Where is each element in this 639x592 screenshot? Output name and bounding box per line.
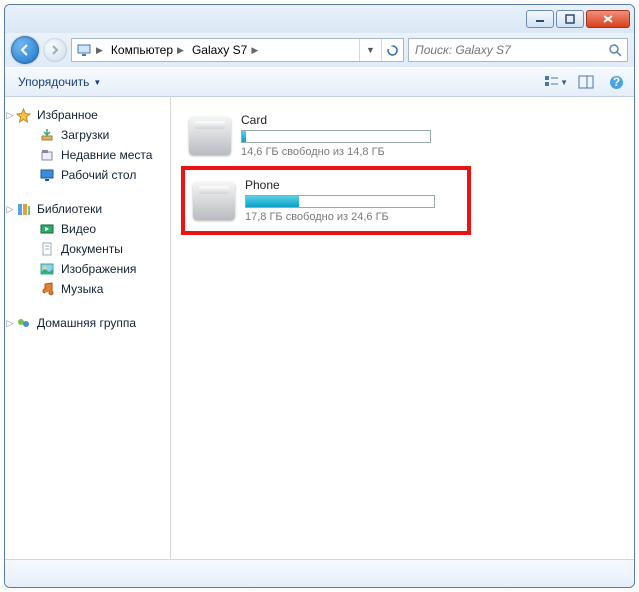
svg-text:?: ?	[612, 75, 619, 89]
libraries-header[interactable]: ▷ Библиотеки	[5, 199, 170, 219]
crumb-label: Galaxy S7	[192, 43, 247, 57]
libraries-icon	[15, 201, 31, 217]
search-box[interactable]	[408, 38, 628, 62]
minimize-icon	[535, 14, 545, 24]
sidebar-item-downloads[interactable]: Загрузки	[5, 125, 170, 145]
homegroup-group: ▷ Домашняя группа	[5, 313, 170, 333]
crumb-label: Компьютер	[111, 43, 173, 57]
preview-pane-button[interactable]	[574, 71, 598, 93]
homegroup-header[interactable]: ▷ Домашняя группа	[5, 313, 170, 333]
sidebar-item-recent[interactable]: Недавние места	[5, 145, 170, 165]
address-actions: ▼	[359, 39, 403, 61]
recent-icon	[39, 147, 55, 163]
pane-icon	[578, 75, 594, 89]
sidebar-item-video[interactable]: Видео	[5, 219, 170, 239]
titlebar	[5, 5, 634, 33]
search-input[interactable]	[413, 43, 607, 57]
item-label: Загрузки	[61, 128, 109, 142]
back-button[interactable]	[11, 36, 39, 64]
status-bar	[5, 559, 634, 587]
command-bar: Упорядочить ▼ ▼ ?	[5, 67, 634, 97]
downloads-icon	[39, 127, 55, 143]
minimize-button[interactable]	[526, 10, 554, 28]
favorites-group: ▷ Избранное Загрузки Недавние места Ра	[5, 105, 170, 185]
help-icon: ?	[609, 75, 624, 90]
drive-name: Phone	[245, 178, 459, 192]
forward-button[interactable]	[43, 38, 67, 62]
homegroup-label: Домашняя группа	[37, 316, 136, 330]
item-label: Документы	[61, 242, 123, 256]
crumb-computer[interactable]: Компьютер ▶	[107, 39, 188, 61]
drive-icon	[193, 182, 235, 220]
item-label: Музыка	[61, 282, 103, 296]
music-icon	[39, 281, 55, 297]
chevron-down-icon: ▼	[93, 78, 101, 87]
sidebar-item-music[interactable]: Музыка	[5, 279, 170, 299]
collapse-icon: ▷	[5, 318, 15, 329]
chevron-right-icon: ▶	[251, 45, 258, 56]
arrow-right-icon	[49, 44, 61, 56]
content-pane: Card 14,6 ГБ свободно из 14,8 ГБ Phone 1…	[171, 97, 634, 559]
item-label: Рабочий стол	[61, 168, 136, 182]
item-label: Изображения	[61, 262, 136, 276]
libraries-group: ▷ Библиотеки Видео Документы Изображения	[5, 199, 170, 299]
organize-menu[interactable]: Упорядочить ▼	[11, 72, 108, 92]
maximize-icon	[565, 14, 575, 24]
search-icon	[607, 42, 623, 58]
drive-phone[interactable]: Phone 17,8 ГБ свободно из 24,6 ГБ	[181, 166, 471, 235]
drive-info: Phone 17,8 ГБ свободно из 24,6 ГБ	[245, 178, 459, 223]
star-icon	[15, 107, 31, 123]
pictures-icon	[39, 261, 55, 277]
drive-card[interactable]: Card 14,6 ГБ свободно из 14,8 ГБ	[181, 105, 471, 166]
drive-subtext: 14,6 ГБ свободно из 14,8 ГБ	[241, 146, 463, 158]
refresh-icon	[386, 44, 399, 57]
favorites-header[interactable]: ▷ Избранное	[5, 105, 170, 125]
view-icon	[544, 75, 558, 89]
usage-bar	[241, 130, 431, 143]
drive-name: Card	[241, 113, 463, 127]
chevron-down-icon: ▼	[366, 45, 375, 55]
sidebar-item-desktop[interactable]: Рабочий стол	[5, 165, 170, 185]
item-label: Недавние места	[61, 148, 152, 162]
organize-label: Упорядочить	[18, 75, 89, 89]
homegroup-icon	[15, 315, 31, 331]
favorites-label: Избранное	[37, 108, 98, 122]
drive-info: Card 14,6 ГБ свободно из 14,8 ГБ	[241, 113, 463, 158]
chevron-right-icon: ▶	[177, 45, 184, 56]
sidebar-item-pictures[interactable]: Изображения	[5, 259, 170, 279]
chevron-right-icon: ▶	[96, 45, 103, 56]
chevron-down-icon: ▼	[560, 78, 568, 87]
collapse-icon: ▷	[5, 204, 15, 215]
address-bar[interactable]: ▶ Компьютер ▶ Galaxy S7 ▶ ▼	[71, 38, 404, 62]
nav-bar: ▶ Компьютер ▶ Galaxy S7 ▶ ▼	[5, 33, 634, 67]
libraries-label: Библиотеки	[37, 202, 102, 216]
close-icon	[602, 14, 614, 24]
close-button[interactable]	[586, 10, 630, 28]
monitor-icon	[76, 42, 92, 58]
documents-icon	[39, 241, 55, 257]
usage-bar	[245, 195, 435, 208]
view-options-button[interactable]: ▼	[544, 71, 568, 93]
crumb-device[interactable]: Galaxy S7 ▶	[188, 39, 262, 61]
drive-icon	[189, 117, 231, 155]
arrow-left-icon	[18, 43, 32, 57]
drive-subtext: 17,8 ГБ свободно из 24,6 ГБ	[245, 211, 459, 223]
maximize-button[interactable]	[556, 10, 584, 28]
crumb-computer-icon[interactable]: ▶	[72, 39, 107, 61]
desktop-icon	[39, 167, 55, 183]
history-dropdown[interactable]: ▼	[359, 39, 381, 61]
collapse-icon: ▷	[5, 110, 15, 121]
body: ▷ Избранное Загрузки Недавние места Ра	[5, 97, 634, 559]
sidebar-item-documents[interactable]: Документы	[5, 239, 170, 259]
nav-pane: ▷ Избранное Загрузки Недавние места Ра	[5, 97, 171, 559]
explorer-window: ▶ Компьютер ▶ Galaxy S7 ▶ ▼	[4, 4, 635, 588]
refresh-button[interactable]	[381, 39, 403, 61]
video-icon	[39, 221, 55, 237]
help-button[interactable]: ?	[604, 71, 628, 93]
item-label: Видео	[61, 222, 96, 236]
